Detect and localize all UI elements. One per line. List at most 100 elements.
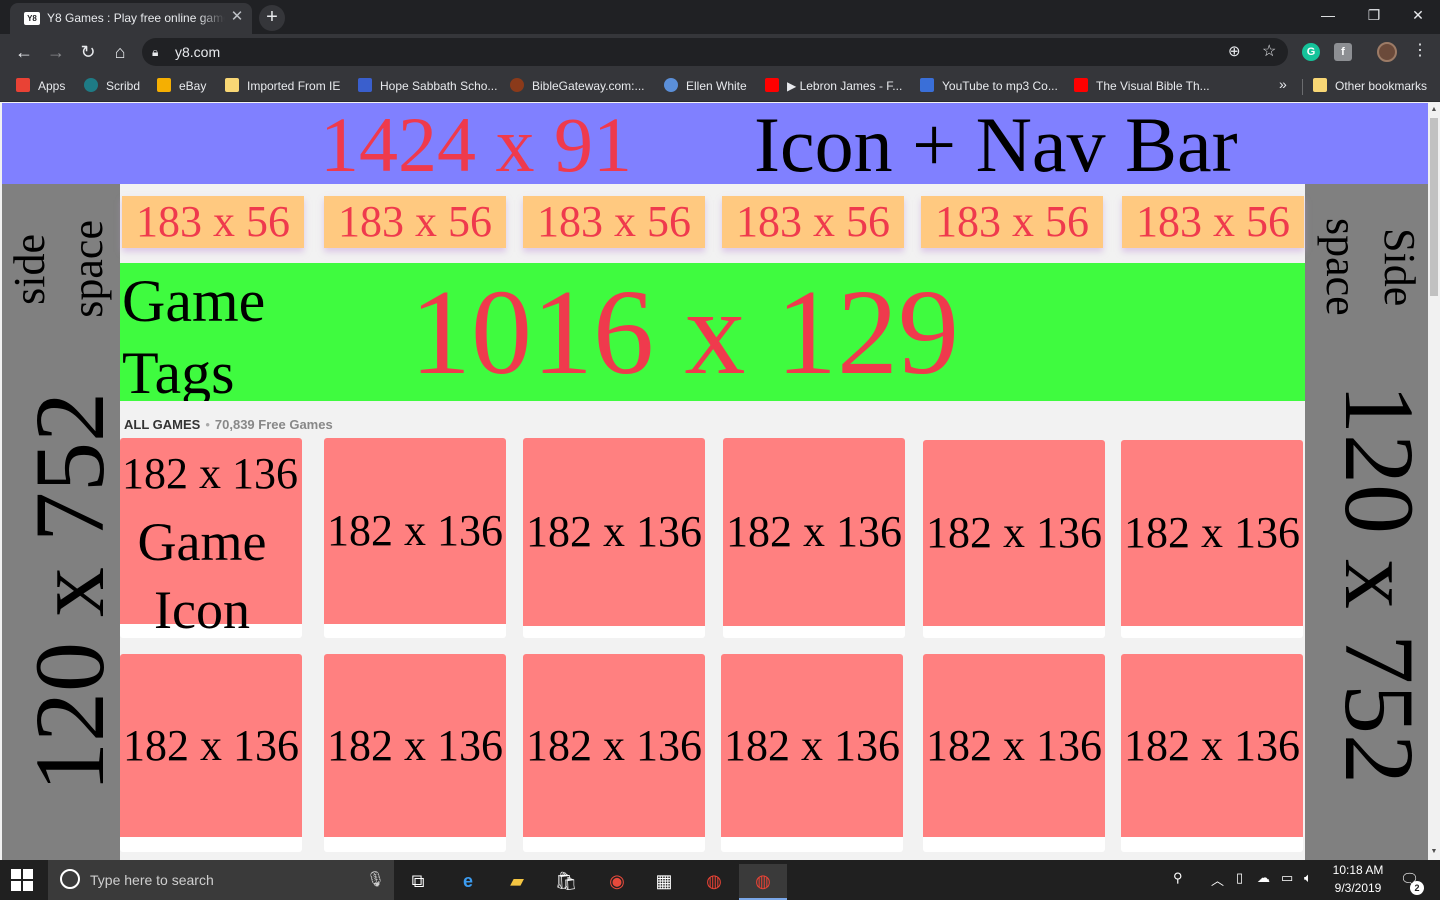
minimize-window-button[interactable]: —	[1305, 0, 1351, 30]
game-tile[interactable]: 182 x 136	[721, 654, 903, 852]
taskbar-search-box[interactable]: Type here to search 🎙︎	[48, 860, 394, 900]
bookmark-visual-bible[interactable]: The Visual Bible Th...	[1074, 76, 1210, 96]
category-button[interactable]: 183 x 56	[523, 196, 705, 248]
game-tile[interactable]: 182 x 136	[523, 654, 705, 852]
nav-bar-placeholder[interactable]: 1424 x 91 Icon + Nav Bar	[2, 103, 1428, 188]
network-icon[interactable]: ▭	[1281, 870, 1293, 886]
folder-icon	[225, 78, 239, 92]
profile-avatar[interactable]	[1377, 42, 1397, 62]
bookmark-biblegateway[interactable]: BibleGateway.com:...	[510, 76, 645, 96]
bookmark-lebron-james[interactable]: ▶ Lebron James - F...	[765, 76, 902, 96]
game-thumbnail[interactable]: 182 x 136	[1121, 440, 1303, 626]
tile-size-label: 182 x 136	[122, 449, 298, 498]
browser-menu-icon[interactable]: ⋮	[1412, 40, 1428, 60]
game-tile[interactable]: 182 x 136	[1121, 654, 1303, 852]
y8-favicon-icon: Y8	[24, 12, 40, 25]
forward-arrow-icon[interactable]: →	[43, 39, 69, 65]
bookmark-scribd[interactable]: Scribd	[84, 76, 140, 96]
onedrive-icon[interactable]: ☁	[1257, 870, 1270, 886]
chevron-double-right-icon[interactable]: »	[1279, 76, 1287, 92]
game-tile[interactable]: 182 x 136	[324, 654, 506, 852]
file-explorer-icon[interactable]: ▰	[493, 864, 541, 900]
scroll-down-arrow-icon[interactable]: ▼	[1428, 845, 1440, 859]
back-arrow-icon[interactable]: ←	[11, 39, 37, 65]
scroll-up-arrow-icon[interactable]: ▲	[1428, 103, 1440, 117]
globe-icon	[664, 78, 678, 92]
battery-icon[interactable]: ▯	[1236, 870, 1243, 886]
close-tab-icon[interactable]: ✕	[228, 8, 246, 26]
game-tile[interactable]: 182 x 136 Game Icon	[120, 438, 302, 638]
game-thumbnail[interactable]: 182 x 136 Game Icon	[120, 438, 302, 638]
microphone-icon[interactable]: 🎙︎	[366, 870, 385, 888]
close-window-button[interactable]: ✕	[1395, 0, 1440, 30]
category-button[interactable]: 183 x 56	[122, 196, 304, 248]
bookmark-hope-sabbath[interactable]: Hope Sabbath Scho...	[358, 76, 497, 96]
restore-window-button[interactable]: ❐	[1351, 0, 1397, 30]
page-scrollbar[interactable]: ▲ ▼	[1428, 103, 1440, 860]
category-button[interactable]: 183 x 56	[722, 196, 904, 248]
bookmark-ebay[interactable]: eBay	[157, 76, 206, 96]
people-icon[interactable]: ⚲	[1173, 870, 1183, 886]
browser-tab[interactable]: Y8 Y8 Games : Play free online games ✕	[10, 3, 252, 34]
address-bar[interactable]: 🔒︎ y8.com ⊕ ☆	[142, 38, 1288, 66]
game-tags-banner[interactable]: Game Tags 1016 x 129	[120, 263, 1305, 401]
game-thumbnail[interactable]: 182 x 136	[523, 654, 705, 837]
cortana-icon[interactable]	[60, 869, 80, 889]
category-button[interactable]: 183 x 56	[324, 196, 506, 248]
game-thumbnail[interactable]: 182 x 136	[324, 438, 506, 624]
game-tile[interactable]: 182 x 136	[1121, 440, 1303, 638]
game-tile[interactable]: 182 x 136	[923, 440, 1105, 638]
home-icon[interactable]: ⌂	[107, 39, 133, 65]
bookmark-youtube-to-mp3[interactable]: YouTube to mp3 Co...	[920, 76, 1058, 96]
game-thumbnail[interactable]: 182 x 136	[721, 654, 903, 837]
game-thumbnail[interactable]: 182 x 136	[923, 654, 1105, 837]
chrome-profile-icon[interactable]: ◍	[739, 864, 787, 900]
task-view-icon[interactable]: ⧉	[394, 864, 442, 900]
app-icon[interactable]: ◉	[593, 864, 641, 900]
bookmark-imported-from-ie[interactable]: Imported From IE	[225, 76, 340, 96]
folder-icon	[1313, 78, 1327, 92]
extension-icon[interactable]: f	[1334, 43, 1352, 61]
clock-time[interactable]: 10:18 AM	[1330, 863, 1386, 877]
category-button[interactable]: 183 x 56	[1122, 196, 1304, 248]
clock-date[interactable]: 9/3/2019	[1330, 881, 1386, 895]
game-thumbnail[interactable]: 182 x 136	[723, 438, 905, 626]
game-tile[interactable]: 182 x 136	[120, 654, 302, 852]
bookmark-other-bookmarks[interactable]: Other bookmarks	[1313, 76, 1427, 96]
calculator-icon[interactable]: ▦	[640, 864, 688, 900]
new-tab-button[interactable]: +	[259, 5, 285, 31]
scrollbar-thumb[interactable]	[1430, 118, 1438, 296]
game-thumbnail[interactable]: 182 x 136	[1121, 654, 1303, 837]
game-tile[interactable]: 182 x 136	[923, 654, 1105, 852]
game-thumbnail[interactable]: 182 x 136	[523, 438, 705, 626]
edge-icon[interactable]: e	[444, 864, 492, 900]
tile-size-label: 182 x 136	[327, 506, 503, 555]
reload-icon[interactable]: ↻	[75, 39, 101, 65]
bookmark-ellen-white[interactable]: Ellen White	[664, 76, 747, 96]
game-thumbnail[interactable]: 182 x 136	[923, 440, 1105, 626]
lock-icon[interactable]: 🔒︎	[152, 42, 166, 62]
chrome-icon[interactable]: ◍	[690, 864, 738, 900]
game-tags-label: Game Tags	[122, 268, 266, 401]
game-tile[interactable]: 182 x 136	[324, 438, 506, 638]
windows-start-icon[interactable]	[10, 868, 34, 892]
bookmark-apps[interactable]: Apps	[16, 76, 65, 96]
tile-size-label: 182 x 136	[1124, 508, 1300, 557]
game-tile[interactable]: 182 x 136	[523, 438, 705, 638]
apps-grid-icon	[16, 78, 30, 92]
all-games-label[interactable]: ALL GAMES	[124, 417, 200, 432]
game-thumbnail[interactable]: 182 x 136	[120, 654, 302, 837]
store-icon[interactable]: 🛍︎	[542, 864, 590, 900]
game-tile[interactable]: 182 x 136	[723, 438, 905, 638]
tile-size-label: 182 x 136	[926, 720, 1102, 770]
category-button[interactable]: 183 x 56	[921, 196, 1103, 248]
taskbar-search-input[interactable]: Type here to search	[90, 872, 214, 888]
volume-icon[interactable]: 🔈︎	[1304, 870, 1312, 886]
game-thumbnail[interactable]: 182 x 136	[324, 654, 506, 837]
nav-bar-size-label: 1424 x 91	[320, 103, 632, 188]
bookmark-star-icon[interactable]: ☆	[1262, 41, 1276, 61]
url-text[interactable]: y8.com	[175, 44, 220, 60]
install-app-icon[interactable]: ⊕	[1228, 42, 1241, 60]
chevron-up-icon[interactable]: ︿	[1211, 870, 1224, 889]
grammarly-extension-icon[interactable]: G	[1302, 43, 1320, 61]
